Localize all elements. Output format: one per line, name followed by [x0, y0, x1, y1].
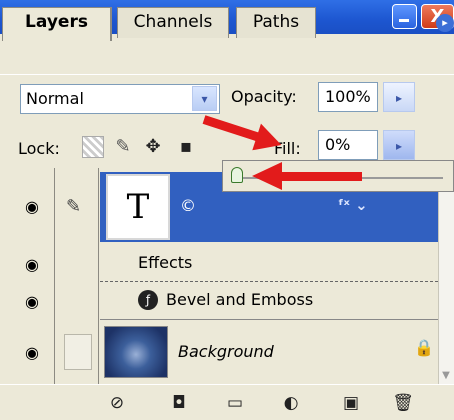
- bevel-emboss-label: Bevel and Emboss: [166, 290, 314, 309]
- tab-paths[interactable]: Paths: [236, 7, 316, 38]
- effect-icon: ƒ: [138, 290, 158, 310]
- eye-icon[interactable]: ◉: [20, 345, 44, 361]
- link-slot[interactable]: [64, 334, 92, 370]
- text-layer-thumbnail[interactable]: T: [106, 174, 170, 240]
- palette-menu-icon[interactable]: ▸: [436, 14, 454, 32]
- background-layer-name[interactable]: Background: [178, 342, 274, 361]
- column-divider: [98, 168, 99, 384]
- brush-icon: ✎: [66, 196, 82, 217]
- background-thumbnail[interactable]: [104, 326, 168, 378]
- opacity-input[interactable]: 100%: [318, 82, 378, 112]
- new-group-icon[interactable]: ▭: [224, 392, 246, 414]
- brush-icon[interactable]: ✎: [112, 135, 134, 159]
- effects-toggle-icon[interactable]: ᶠˣ ⌄: [338, 196, 368, 214]
- eye-icon[interactable]: ◉: [20, 199, 44, 215]
- annotation-arrow-shaft: [202, 115, 263, 143]
- lock-icon[interactable]: ▪: [175, 135, 197, 159]
- fill-slider-button[interactable]: ▸: [383, 130, 415, 160]
- scroll-down-icon[interactable]: ▼: [438, 368, 454, 384]
- move-icon[interactable]: ✥: [142, 135, 164, 159]
- eye-icon[interactable]: ◉: [20, 257, 44, 273]
- blend-mode-select[interactable]: Normal: [20, 84, 220, 114]
- adjustment-layer-icon[interactable]: ◐: [280, 392, 302, 414]
- effects-label: Effects: [138, 253, 193, 272]
- opacity-label: Opacity:: [231, 87, 297, 106]
- column-divider: [54, 168, 55, 384]
- annotation-arrow-head: [252, 162, 282, 190]
- slider-thumb[interactable]: [231, 167, 243, 183]
- fill-input[interactable]: 0%: [318, 130, 378, 160]
- add-mask-icon[interactable]: ◘: [168, 392, 190, 414]
- link-layers-icon[interactable]: ⊘: [106, 392, 128, 414]
- tab-layers[interactable]: Layers: [2, 7, 112, 41]
- scrollbar[interactable]: [438, 168, 454, 384]
- lock-icon: 🔒: [414, 338, 434, 357]
- lock-label: Lock:: [18, 139, 60, 158]
- blend-mode-dropdown-icon[interactable]: ▾: [192, 86, 217, 111]
- eye-icon[interactable]: ◉: [20, 294, 44, 310]
- layer-name[interactable]: ©: [180, 196, 196, 215]
- minimize-button[interactable]: [392, 4, 417, 29]
- annotation-arrow-shaft: [280, 172, 362, 181]
- lock-transparent-icon[interactable]: [82, 136, 104, 158]
- tab-channels[interactable]: Channels: [117, 7, 229, 38]
- new-layer-icon[interactable]: ▣: [340, 392, 362, 414]
- delete-layer-icon[interactable]: 🗑: [392, 392, 414, 414]
- opacity-slider-button[interactable]: ▸: [383, 82, 415, 112]
- layers-palette: X Layers Channels Paths ▸ Normal ▾ Opaci…: [0, 0, 454, 420]
